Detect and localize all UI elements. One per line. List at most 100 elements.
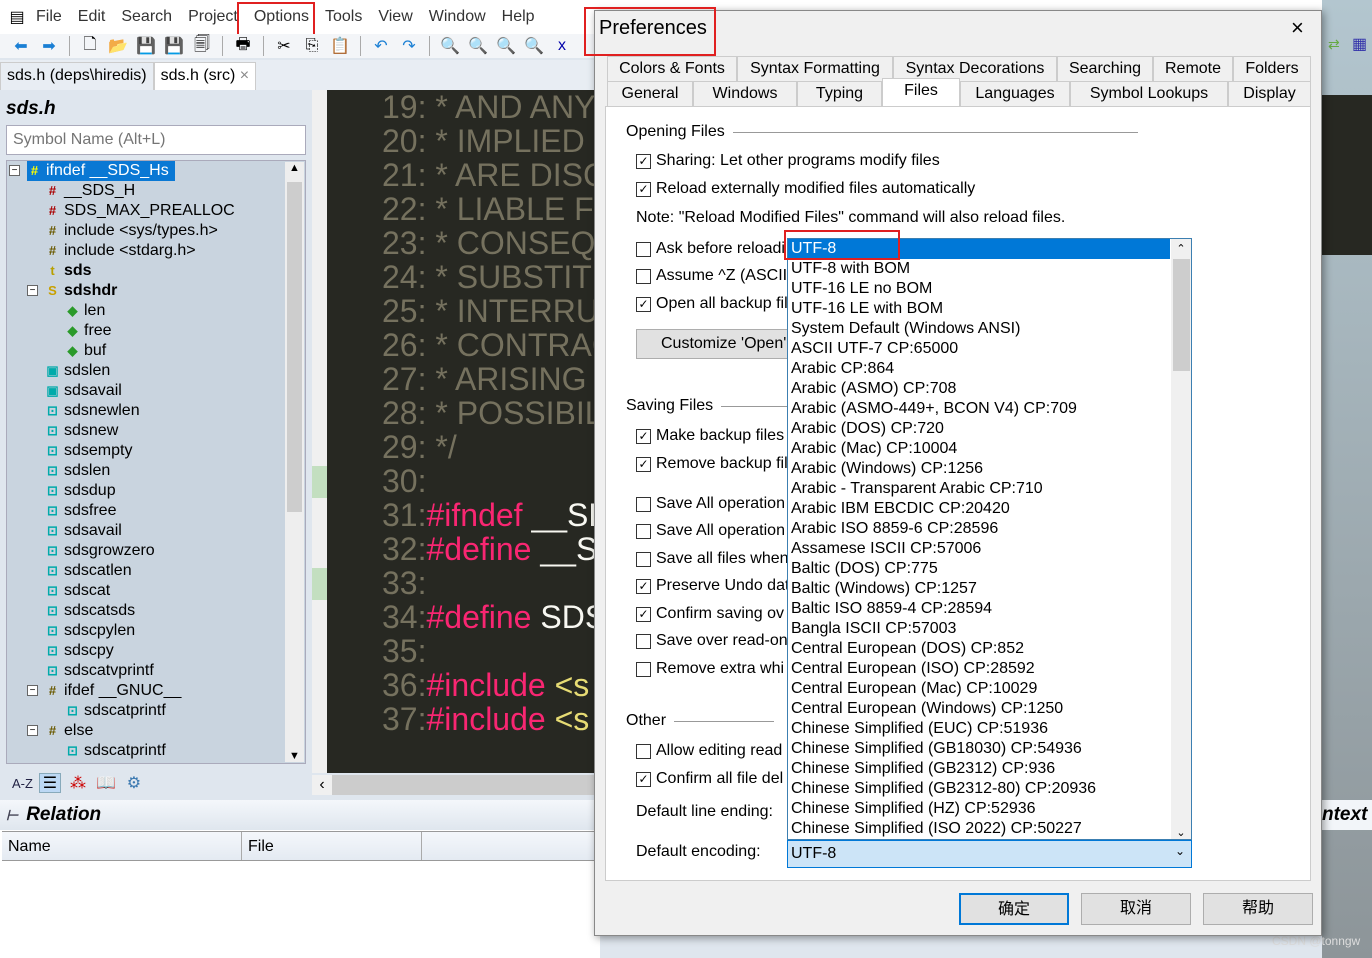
checkbox-box[interactable]: ✓ xyxy=(636,296,651,312)
code-overview-thumbnail[interactable] xyxy=(1322,95,1372,255)
encoding-option[interactable]: Assamese ISCII CP:57006 xyxy=(788,539,1170,559)
tree-item[interactable]: ⊡ sdsavail xyxy=(45,521,122,541)
menu-project[interactable]: Project xyxy=(180,8,246,26)
encoding-option[interactable]: Central European (Windows) CP:1250 xyxy=(788,699,1170,719)
print-icon[interactable]: 🖶 xyxy=(232,36,254,56)
encoding-option[interactable]: Baltic (Windows) CP:1257 xyxy=(788,579,1170,599)
checkbox-box[interactable] xyxy=(636,633,651,649)
expand-collapse-icon[interactable]: − xyxy=(9,165,20,176)
tree-scrollbar[interactable]: ▲ ▼ xyxy=(285,162,304,762)
expand-collapse-icon[interactable]: − xyxy=(27,685,38,696)
checkbox-box[interactable]: ✓ xyxy=(636,153,651,169)
checkbox-box[interactable]: ✓ xyxy=(636,578,651,594)
sort-az-icon[interactable]: A-Z xyxy=(12,776,33,791)
encoding-option[interactable]: Central European (DOS) CP:852 xyxy=(788,639,1170,659)
encoding-option[interactable]: Arabic (Windows) CP:1256 xyxy=(788,459,1170,479)
encoding-option[interactable]: Central European (ISO) CP:28592 xyxy=(788,659,1170,679)
column-file[interactable]: File xyxy=(242,832,422,860)
tree-item[interactable]: ⊡ sdsnew xyxy=(45,421,118,441)
tree-item[interactable]: # ifdef __GNUC__ xyxy=(45,681,182,701)
checkbox-box[interactable] xyxy=(636,743,651,759)
back-icon[interactable]: ⬅ xyxy=(10,36,32,56)
redo-icon[interactable]: ↷ xyxy=(398,36,420,56)
checkbox-option[interactable]: ✓ Preserve Undo dat xyxy=(636,577,789,595)
checkbox-box[interactable]: ✓ xyxy=(636,606,651,622)
editor-horizontal-scrollbar[interactable]: ‹ xyxy=(312,775,594,795)
checkbox-option[interactable]: ✓ Confirm all file del xyxy=(636,770,783,788)
encoding-option[interactable]: Chinese Simplified (GB2312-80) CP:20936 xyxy=(788,779,1170,799)
encoding-option[interactable]: Arabic IBM EBCDIC CP:20420 xyxy=(788,499,1170,519)
checkbox-box[interactable] xyxy=(636,523,651,539)
search-forward-icon[interactable]: 🔍 xyxy=(495,36,517,56)
menu-tools[interactable]: Tools xyxy=(317,8,370,26)
encoding-option[interactable]: Central European (Mac) CP:10029 xyxy=(788,679,1170,699)
tree-item[interactable]: # else xyxy=(45,721,93,741)
forward-icon[interactable]: ➡ xyxy=(38,36,60,56)
search-icon[interactable]: 🔍 xyxy=(439,36,461,56)
encoding-option[interactable]: Chinese Simplified (GB2312) CP:936 xyxy=(788,759,1170,779)
undo-icon[interactable]: ↶ xyxy=(370,36,392,56)
category-icon[interactable]: ⁂ xyxy=(67,773,89,793)
scroll-down-icon[interactable]: ⌄ xyxy=(1171,826,1191,839)
checkbox-box[interactable]: ✓ xyxy=(636,456,651,472)
checkbox-option[interactable]: Save All operation xyxy=(636,522,785,540)
scroll-thumb[interactable] xyxy=(1173,259,1190,371)
tab-windows[interactable]: Windows xyxy=(693,81,797,106)
checkbox-box[interactable]: ✓ xyxy=(636,181,651,197)
checkbox-box[interactable] xyxy=(636,551,651,567)
encoding-option[interactable]: UTF-16 LE with BOM xyxy=(788,299,1170,319)
encoding-option[interactable]: Chinese Simplified (EUC) CP:51936 xyxy=(788,719,1170,739)
checkbox-box[interactable] xyxy=(636,268,651,284)
encoding-option[interactable]: Arabic - Transparent Arabic CP:710 xyxy=(788,479,1170,499)
tree-item[interactable]: Ssdshdr xyxy=(45,281,117,301)
tab-searching[interactable]: Searching xyxy=(1057,56,1153,81)
scroll-up-icon[interactable]: ▲ xyxy=(285,162,304,174)
tree-item[interactable]: ⊡ sdslen xyxy=(45,461,110,481)
column-name[interactable]: Name xyxy=(2,832,242,860)
scroll-thumb[interactable] xyxy=(287,182,302,512)
encoding-option[interactable]: Arabic ISO 8859-6 CP:28596 xyxy=(788,519,1170,539)
encoding-option[interactable]: Chinese Simplified (HZ) CP:52936 xyxy=(788,799,1170,819)
menu-edit[interactable]: Edit xyxy=(70,8,114,26)
tab-sds-h-src[interactable]: sds.h (src) × xyxy=(153,62,257,90)
checkbox-box[interactable] xyxy=(636,496,651,512)
symbol-search-input[interactable] xyxy=(6,125,306,155)
tree-item[interactable]: ◆ len xyxy=(65,301,106,321)
checkbox-open-backup[interactable]: ✓ Open all backup fil xyxy=(636,295,788,313)
tree-item[interactable]: # include <stdarg.h> xyxy=(45,241,196,261)
scroll-down-icon[interactable]: ▼ xyxy=(285,750,304,762)
tab-folders[interactable]: Folders xyxy=(1233,56,1311,81)
checkbox-option[interactable]: Remove extra whi xyxy=(636,660,784,678)
tree-item[interactable]: ⊡ sdscpy xyxy=(45,641,114,661)
checkbox-option[interactable]: ✓ Make backup files xyxy=(636,427,784,445)
tree-item[interactable]: ⊡ sdscpylen xyxy=(45,621,135,641)
cancel-button[interactable]: 取消 xyxy=(1081,893,1191,925)
checkbox-assume-ctrl-z[interactable]: Assume ^Z (ASCII xyxy=(636,267,787,285)
encoding-option[interactable]: UTF-8 with BOM xyxy=(788,259,1170,279)
tree-item[interactable]: ◆ free xyxy=(65,321,112,341)
open-folder-icon[interactable]: 📂 xyxy=(107,36,129,56)
symbol-tree[interactable]: − # ifndef __SDS_Hs # __SDS_H # SDS_MAX_PREALL… xyxy=(6,160,306,764)
gear-icon[interactable]: ⚙ xyxy=(123,773,145,793)
copy-icon[interactable]: ⎘ xyxy=(301,36,323,56)
tree-item[interactable]: ⊡ sdscat xyxy=(45,581,110,601)
encoding-option[interactable]: ASCII UTF-7 CP:65000 xyxy=(788,339,1170,359)
checkbox-ask-before-reload[interactable]: Ask before reloadi xyxy=(636,240,785,258)
menu-file[interactable]: File xyxy=(28,8,70,26)
encoding-dropdown-list[interactable]: ⌃ ⌄ UTF-8 UTF-8 with BOM UTF-16 LE no BOM U… xyxy=(787,238,1192,840)
tab-syntax-formatting[interactable]: Syntax Formatting xyxy=(737,56,893,81)
tree-item[interactable]: ⊡ sdsfree xyxy=(45,501,116,521)
encoding-option[interactable]: Arabic (ASMO) CP:708 xyxy=(788,379,1170,399)
tree-item[interactable]: ⊡ sdscatvprintf xyxy=(45,661,154,681)
tab-colors-fonts[interactable]: Colors & Fonts xyxy=(607,56,737,81)
tree-item[interactable]: ⊡ sdsgrowzero xyxy=(45,541,155,561)
encoding-option[interactable]: UTF-16 LE no BOM xyxy=(788,279,1170,299)
search-backward-icon[interactable]: 🔍 xyxy=(467,36,489,56)
customize-open-button[interactable]: Customize 'Open' xyxy=(636,329,796,359)
encoding-option[interactable]: Arabic (DOS) CP:720 xyxy=(788,419,1170,439)
tree-item[interactable]: ⊡ sdsnewlen xyxy=(45,401,140,421)
replace-icon[interactable]: x xyxy=(551,36,573,56)
close-tab-icon[interactable]: × xyxy=(240,67,249,84)
expand-collapse-icon[interactable]: − xyxy=(27,285,38,296)
checkbox-option[interactable]: Save All operation xyxy=(636,495,785,513)
